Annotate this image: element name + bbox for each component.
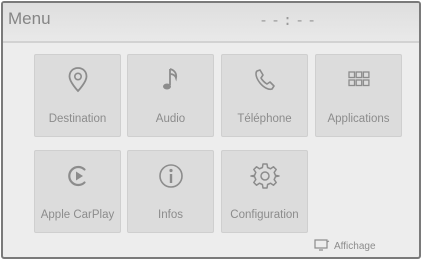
gear-icon	[222, 161, 307, 191]
applications-button[interactable]: Applications	[315, 54, 402, 137]
clock: --:--	[259, 11, 320, 29]
apple-carplay-button[interactable]: Apple CarPlay	[34, 150, 121, 233]
display-label: Affichage	[334, 240, 376, 252]
app-grid-icon	[316, 65, 401, 95]
infos-label: Infos	[158, 209, 183, 221]
info-icon	[128, 161, 213, 191]
audio-button[interactable]: Audio	[127, 54, 214, 137]
display-button[interactable]: Affichage	[314, 237, 406, 255]
phone-icon	[222, 65, 307, 95]
menu-screen: Menu --:-- Destination Audio Téléphone A…	[1, 1, 421, 259]
map-pin-icon	[35, 65, 120, 95]
applications-label: Applications	[327, 113, 390, 125]
apple-carplay-label: Apple CarPlay	[40, 209, 115, 221]
music-note-icon	[128, 65, 213, 95]
infos-button[interactable]: Infos	[127, 150, 214, 233]
configuration-label: Configuration	[230, 209, 299, 221]
destination-label: Destination	[48, 113, 107, 125]
header-bar: Menu --:--	[3, 3, 419, 43]
audio-label: Audio	[155, 113, 186, 125]
carplay-icon	[35, 161, 120, 191]
page-title: Menu	[8, 9, 51, 28]
destination-button[interactable]: Destination	[34, 54, 121, 137]
display-icon	[314, 238, 330, 254]
configuration-button[interactable]: Configuration	[221, 150, 308, 233]
telephone-label: Téléphone	[237, 113, 292, 125]
telephone-button[interactable]: Téléphone	[221, 54, 308, 137]
